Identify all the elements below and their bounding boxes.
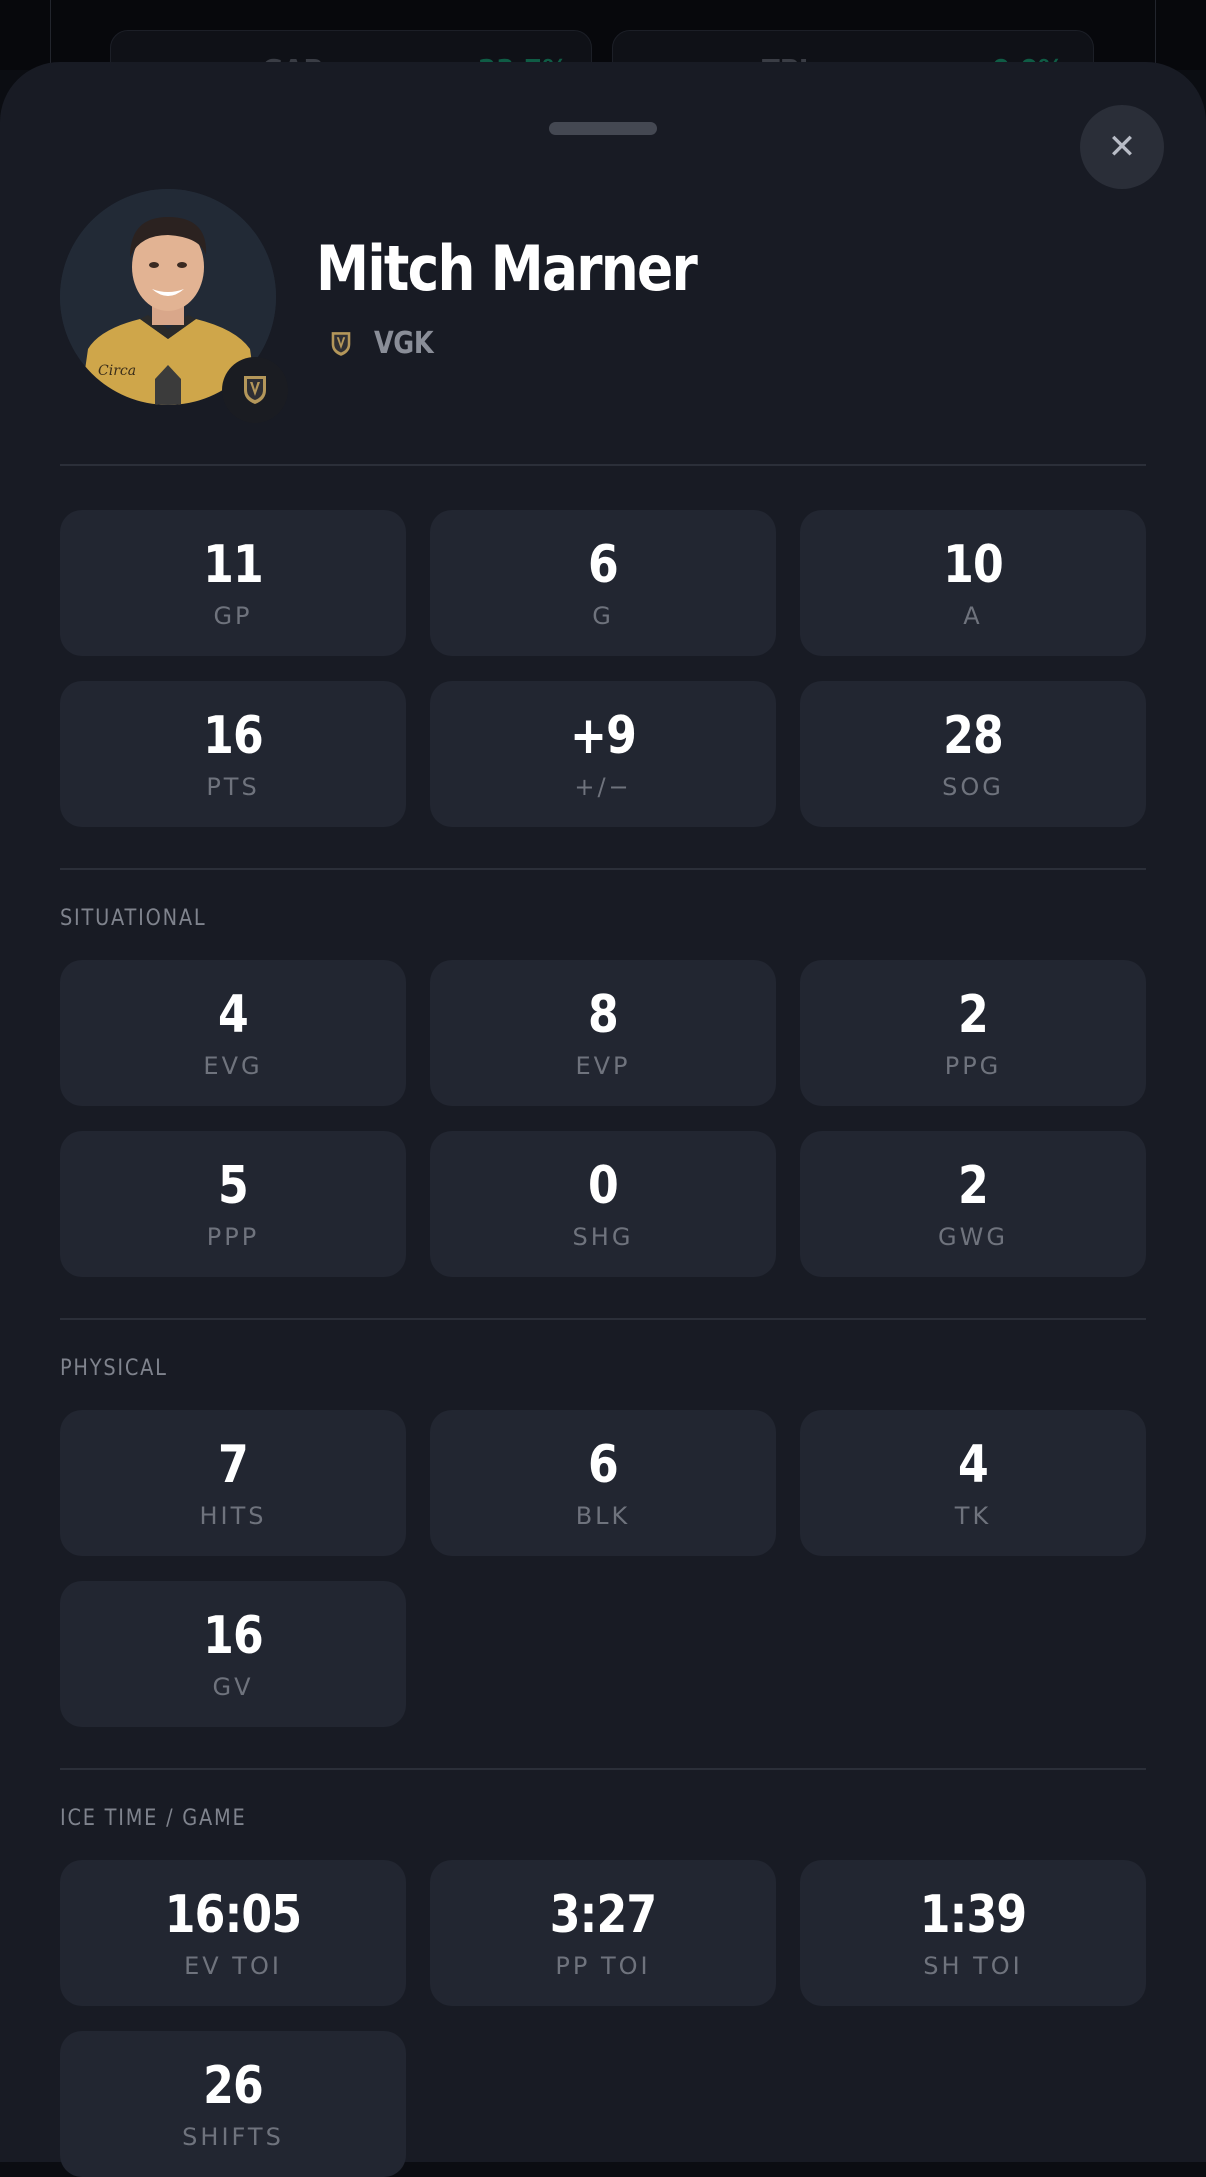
stat-label: BLK [575, 1502, 631, 1530]
divider [60, 1318, 1146, 1320]
stat-card-sog: 28 SOG [800, 681, 1146, 827]
divider [60, 868, 1146, 870]
stat-label: PP TOI [555, 1952, 651, 1980]
stat-card-tk: 4 TK [800, 1410, 1146, 1556]
section-title-situational: SITUATIONAL [60, 906, 207, 931]
stat-label: TK [954, 1502, 992, 1530]
svg-text:Circa: Circa [98, 363, 136, 379]
stat-label: EVG [203, 1052, 263, 1080]
stat-card-gwg: 2 GWG [800, 1131, 1146, 1277]
stat-value: 16 [203, 1606, 264, 1666]
stat-card-a: 10 A [800, 510, 1146, 656]
stat-value: 4 [958, 1435, 989, 1495]
stat-label: PPG [944, 1052, 1002, 1080]
team-abbreviation: VGK [374, 326, 434, 361]
stat-value: 10 [943, 535, 1004, 595]
stat-label: SHIFTS [182, 2123, 284, 2151]
stat-value: 6 [588, 535, 619, 595]
stat-label: G [592, 602, 614, 630]
stat-card-evp: 8 EVP [430, 960, 776, 1106]
stat-card-ppp: 5 PPP [60, 1131, 406, 1277]
stat-value: 7 [218, 1435, 249, 1495]
stat-value: 16 [203, 706, 264, 766]
stat-card-pts: 16 PTS [60, 681, 406, 827]
stat-label: +/− [574, 773, 632, 801]
stat-value: 16:05 [164, 1885, 302, 1945]
section-title-ice-time: ICE TIME / GAME [60, 1806, 247, 1831]
stat-value: 3:27 [549, 1885, 657, 1945]
stat-card-pp-toi: 3:27 PP TOI [430, 1860, 776, 2006]
stat-label: A [963, 602, 983, 630]
stat-value: +9 [569, 706, 637, 766]
stat-value: 5 [218, 1156, 249, 1216]
team-badge [222, 357, 288, 423]
player-name: Mitch Marner [316, 232, 698, 305]
team-row: VGK [330, 326, 444, 361]
stat-value: 2 [958, 985, 989, 1045]
close-icon: ✕ [1107, 127, 1137, 167]
vgk-shield-icon [244, 376, 266, 404]
stat-label: GV [212, 1673, 254, 1701]
stat-value: 26 [203, 2056, 264, 2116]
stat-card-ppg: 2 PPG [800, 960, 1146, 1106]
sheet-drag-handle[interactable] [549, 122, 657, 135]
stat-label: GP [213, 602, 253, 630]
stat-card-gv: 16 GV [60, 1581, 406, 1727]
stat-value: 4 [218, 985, 249, 1045]
stat-label: SH TOI [923, 1952, 1023, 1980]
divider [60, 1768, 1146, 1770]
divider [60, 464, 1146, 466]
stat-label: EVP [575, 1052, 631, 1080]
stat-value: 1:39 [919, 1885, 1027, 1945]
stat-card-ev-toi: 16:05 EV TOI [60, 1860, 406, 2006]
stat-card-shg: 0 SHG [430, 1131, 776, 1277]
stat-value: 8 [588, 985, 619, 1045]
section-title-physical: PHYSICAL [60, 1356, 168, 1381]
stat-label: SHG [572, 1223, 634, 1251]
stat-value: 0 [588, 1156, 619, 1216]
stat-label: PPP [206, 1223, 260, 1251]
stat-value: 2 [958, 1156, 989, 1216]
stat-card-hits: 7 HITS [60, 1410, 406, 1556]
stat-label: HITS [199, 1502, 267, 1530]
stat-label: GWG [938, 1223, 1008, 1251]
stat-label: EV TOI [184, 1952, 282, 1980]
vgk-shield-icon [331, 331, 351, 356]
stat-card-blk: 6 BLK [430, 1410, 776, 1556]
stat-card-gp: 11 GP [60, 510, 406, 656]
stat-card-plus-minus: +9 +/− [430, 681, 776, 827]
stat-value: 28 [943, 706, 1004, 766]
close-button[interactable]: ✕ [1080, 105, 1164, 189]
player-stats-sheet: ✕ Circa Mitch Marner VGK 11 GP 6 G 10 A … [0, 62, 1206, 2177]
stat-label: PTS [206, 773, 260, 801]
stat-card-evg: 4 EVG [60, 960, 406, 1106]
stat-card-sh-toi: 1:39 SH TOI [800, 1860, 1146, 2006]
stat-card-shifts: 26 SHIFTS [60, 2031, 406, 2177]
stat-label: SOG [942, 773, 1004, 801]
stat-value: 11 [203, 535, 264, 595]
stat-card-g: 6 G [430, 510, 776, 656]
stat-value: 6 [588, 1435, 619, 1495]
